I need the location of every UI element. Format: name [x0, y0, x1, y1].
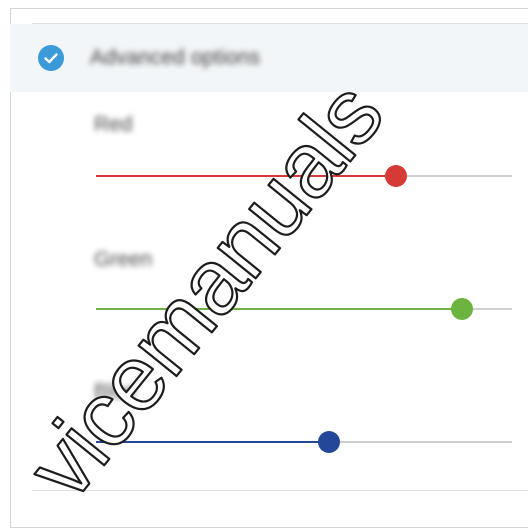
slider-thumb[interactable]: [451, 298, 474, 320]
green-slider-label: Green: [94, 248, 153, 271]
slider-thumb[interactable]: [384, 165, 407, 187]
red-slider[interactable]: [96, 164, 512, 188]
blue-slider[interactable]: [96, 430, 512, 454]
slider-thumb[interactable]: [317, 431, 340, 453]
blue-slider-label: Blue: [94, 380, 137, 403]
slider-fill: [96, 308, 463, 310]
advanced-options-row[interactable]: [10, 24, 528, 92]
slider-fill: [96, 441, 329, 443]
red-slider-label: Red: [94, 113, 133, 136]
bottom-divider: [32, 490, 528, 491]
check-circle-icon[interactable]: [38, 45, 64, 71]
green-slider[interactable]: [96, 297, 512, 321]
advanced-options-title: Advanced options: [90, 46, 261, 69]
slider-fill: [96, 175, 396, 177]
panel-content: Advanced options Red Green Blue: [10, 8, 528, 501]
